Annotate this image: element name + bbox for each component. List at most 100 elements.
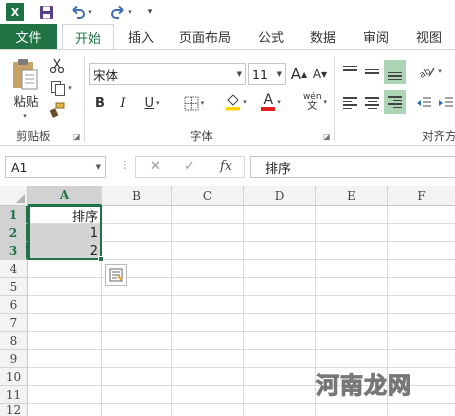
font-color-button[interactable]: A ▾ (255, 91, 287, 113)
row-header-3[interactable]: 3 (0, 242, 28, 260)
row-header-6[interactable]: 6 (0, 296, 28, 314)
column-header-b[interactable]: B (102, 186, 172, 206)
row-header-11[interactable]: 11 (0, 386, 28, 404)
quick-analysis-button[interactable] (105, 264, 127, 286)
align-right-button[interactable] (384, 90, 406, 114)
align-center-icon (365, 97, 379, 109)
name-box-dropdown-icon[interactable]: ▼ (96, 163, 101, 171)
row-header-8[interactable]: 8 (0, 332, 28, 350)
cancel-entry-button[interactable]: ✕ (150, 159, 161, 174)
gridline (28, 277, 455, 278)
increase-indent-icon (438, 97, 453, 107)
column-header-c[interactable]: C (172, 186, 244, 206)
cell-a3[interactable]: 2 (29, 242, 101, 260)
gridline (171, 206, 172, 416)
align-left-icon (343, 97, 357, 109)
formula-bar: A1 ▼ ⋮ ✕ ✓ fx 排序 (0, 146, 455, 186)
grow-font-button[interactable]: A ▲ (290, 63, 308, 85)
font-group-label: 字体 (190, 129, 213, 143)
save-button[interactable] (37, 3, 55, 21)
redo-button[interactable]: ▾ (106, 3, 136, 21)
tab-formulas[interactable]: 公式 (248, 24, 294, 49)
excel-logo-icon: X (6, 3, 24, 21)
column-header-f[interactable]: F (388, 186, 455, 206)
customize-qat-button[interactable]: ▾ (144, 3, 156, 21)
name-box[interactable]: A1 ▼ (5, 156, 106, 178)
group-separator (334, 56, 335, 142)
italic-button[interactable]: I (114, 93, 132, 113)
row-header-2[interactable]: 2 (0, 224, 28, 242)
shrink-font-button[interactable]: A ▼ (311, 63, 329, 85)
cell-a1[interactable]: 排序 (29, 206, 101, 225)
ribbon-tabs: 文件 开始 插入 页面布局 公式 数据 审阅 视图 (0, 24, 455, 50)
cell-a2[interactable]: 1 (29, 224, 101, 242)
redo-icon (111, 5, 124, 19)
customize-icon: ▾ (147, 7, 153, 17)
increase-indent-button[interactable] (436, 92, 455, 114)
phonetic-button[interactable]: wén 文 ▾ (298, 90, 332, 114)
tab-page-layout[interactable]: 页面布局 (172, 24, 238, 49)
grow-font-icon: A (290, 65, 302, 83)
tab-home[interactable]: 开始 (62, 24, 114, 50)
fill-bucket-icon (226, 94, 241, 111)
align-center-button[interactable] (362, 92, 382, 114)
bold-button[interactable]: B (91, 93, 109, 113)
font-launcher-icon[interactable]: ◪ (323, 132, 331, 141)
fill-handle[interactable] (98, 256, 104, 262)
column-header-a[interactable]: A (28, 186, 102, 206)
fill-color-button[interactable]: ▾ (220, 91, 252, 113)
align-top-button[interactable] (340, 60, 360, 82)
decrease-indent-button[interactable] (414, 92, 434, 114)
align-left-button[interactable] (340, 92, 360, 114)
undo-dropdown-icon[interactable]: ▾ (88, 8, 92, 16)
font-size-select[interactable]: 11 ▼ (248, 63, 286, 85)
align-bottom-button[interactable] (384, 60, 406, 84)
select-all-button[interactable] (0, 186, 28, 206)
insert-function-button[interactable]: fx (220, 159, 232, 174)
row-header-1[interactable]: 1 (0, 206, 28, 224)
tab-view[interactable]: 视图 (406, 24, 452, 49)
quick-access-toolbar: X ▾ ▾ ▾ (0, 0, 455, 24)
formula-input[interactable]: 排序 (250, 156, 455, 178)
column-header-d[interactable]: D (244, 186, 316, 206)
gridline (28, 331, 455, 332)
undo-button[interactable]: ▾ (66, 3, 96, 21)
row-header-4[interactable]: 4 (0, 260, 28, 278)
font-color-icon: A (263, 92, 274, 109)
underline-button[interactable]: U ▾ (137, 93, 167, 113)
align-middle-button[interactable] (362, 60, 382, 82)
paste-dropdown-icon[interactable]: ▾ (14, 110, 34, 122)
cut-button[interactable] (46, 56, 68, 76)
row-header-5[interactable]: 5 (0, 278, 28, 296)
clipboard-group-label: 剪贴板 (16, 129, 51, 143)
orientation-button[interactable]: ab ▾ (414, 60, 446, 82)
quick-analysis-icon (109, 268, 123, 282)
row-header-12[interactable]: 12 (0, 403, 28, 416)
svg-text:ab: ab (418, 66, 433, 78)
tab-file[interactable]: 文件 (0, 24, 57, 49)
align-top-icon (343, 65, 357, 71)
font-family-select[interactable]: 宋体 ▼ (89, 63, 246, 85)
paste-label[interactable]: 粘贴 (8, 92, 44, 109)
tab-data[interactable]: 数据 (300, 24, 346, 49)
row-header-7[interactable]: 7 (0, 314, 28, 332)
borders-button[interactable]: ▾ (178, 93, 210, 113)
group-separator (84, 56, 85, 142)
format-painter-button[interactable] (46, 100, 68, 120)
format-painter-icon (49, 102, 65, 118)
column-header-e[interactable]: E (316, 186, 388, 206)
confirm-entry-button[interactable]: ✓ (184, 159, 195, 174)
gridline (28, 403, 455, 404)
tab-insert[interactable]: 插入 (118, 24, 164, 49)
formula-buttons: ✕ ✓ fx (135, 156, 245, 178)
undo-icon (72, 5, 86, 19)
row-header-9[interactable]: 9 (0, 350, 28, 368)
formula-bar-grip-icon[interactable]: ⋮ (120, 160, 130, 171)
scissors-icon (49, 58, 65, 74)
redo-dropdown-icon[interactable]: ▾ (128, 8, 132, 16)
paste-button[interactable] (8, 56, 42, 92)
row-header-10[interactable]: 10 (0, 368, 28, 386)
tab-review[interactable]: 审阅 (353, 24, 399, 49)
clipboard-launcher-icon[interactable]: ◪ (73, 132, 81, 141)
copy-button[interactable]: ▾ (46, 78, 76, 98)
